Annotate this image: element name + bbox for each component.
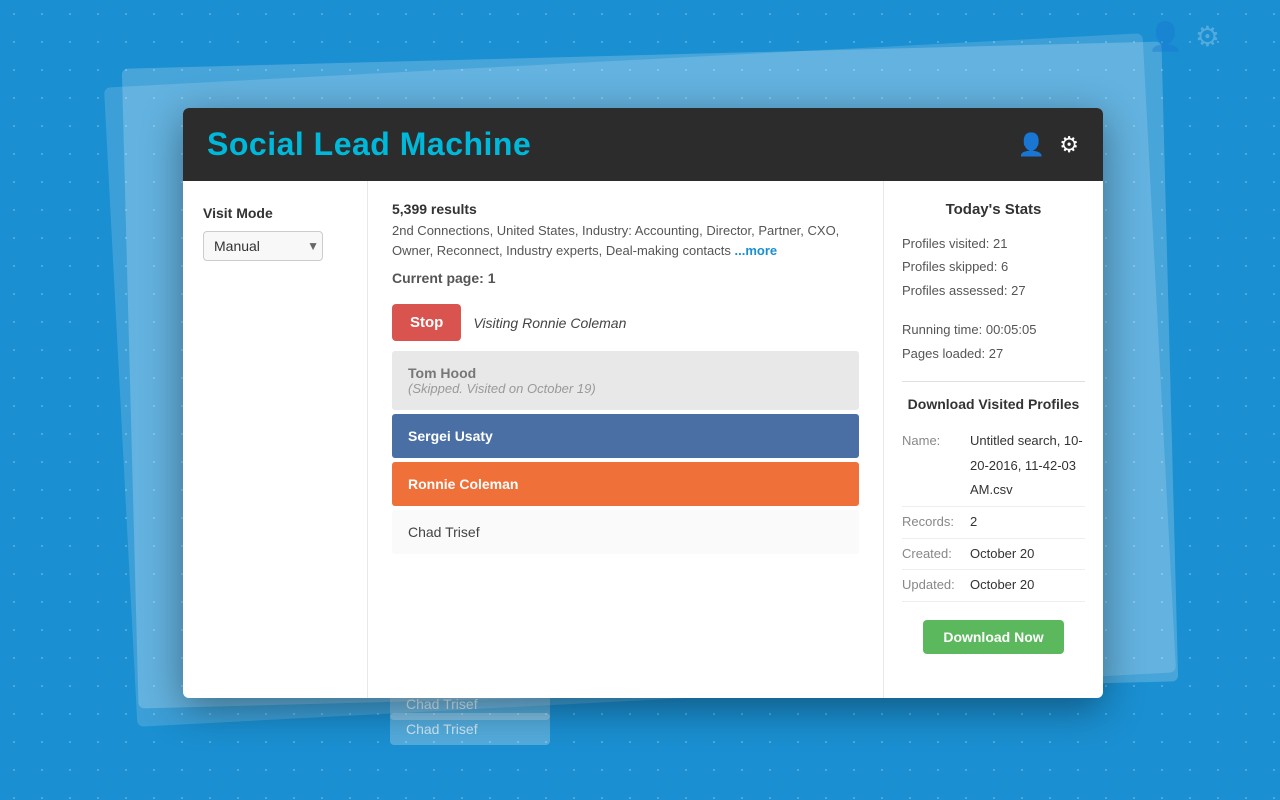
bg-gear-icon: ⚙	[1195, 20, 1220, 53]
main-panel: 5,399 results 2nd Connections, United St…	[368, 181, 883, 698]
app-title: Social Lead Machine	[207, 126, 531, 163]
results-description: 2nd Connections, United States, Industry…	[392, 221, 859, 260]
profile-name-chad: Chad Trisef	[408, 524, 480, 540]
mode-select-wrapper: Manual Auto ▼	[203, 231, 347, 261]
app-header: Social Lead Machine 👤 ⚙	[183, 108, 1103, 181]
profiles-visited-value: 21	[993, 236, 1007, 251]
gear-icon[interactable]: ⚙	[1059, 132, 1079, 158]
profiles-skipped-value: 6	[1001, 259, 1008, 274]
profile-item-active[interactable]: Sergei Usaty	[392, 414, 859, 458]
visiting-status: Visiting Ronnie Coleman	[473, 315, 626, 331]
profile-name-ronnie: Ronnie Coleman	[408, 476, 518, 492]
download-created-value: October 20	[970, 542, 1085, 567]
results-info: 5,399 results 2nd Connections, United St…	[392, 201, 859, 286]
profile-note-tom: (Skipped. Visited on October 19)	[408, 381, 843, 396]
profile-list: Tom Hood (Skipped. Visited on October 19…	[392, 351, 859, 558]
profile-name-tom: Tom Hood	[408, 365, 843, 381]
current-page-info: Current page: 1	[392, 270, 859, 286]
profiles-skipped-stat: Profiles skipped: 6	[902, 255, 1085, 278]
main-window: Social Lead Machine 👤 ⚙ Visit Mode Manua…	[183, 108, 1103, 698]
pages-loaded-value: 27	[989, 346, 1003, 361]
divider	[902, 381, 1085, 382]
download-updated-row: Updated: October 20	[902, 570, 1085, 602]
more-link[interactable]: ...more	[735, 243, 778, 258]
mode-select[interactable]: Manual Auto	[203, 231, 323, 261]
stats-panel: Today's Stats Profiles visited: 21 Profi…	[883, 181, 1103, 698]
bg-icons-area: 👤 ⚙	[1148, 20, 1220, 53]
header-icons-group: 👤 ⚙	[1018, 132, 1079, 158]
stats-group: Profiles visited: 21 Profiles skipped: 6…	[902, 232, 1085, 302]
download-table: Name: Untitled search, 10-20-2016, 11-42…	[902, 426, 1085, 602]
profiles-assessed-stat: Profiles assessed: 27	[902, 279, 1085, 302]
user-icon[interactable]: 👤	[1018, 132, 1045, 158]
download-updated-value: October 20	[970, 573, 1085, 598]
profile-name-sergei: Sergei Usaty	[408, 428, 493, 444]
download-updated-label: Updated:	[902, 573, 970, 598]
bg-user-icon: 👤	[1148, 20, 1183, 53]
profiles-assessed-value: 27	[1011, 283, 1025, 298]
profile-item-skipped[interactable]: Tom Hood (Skipped. Visited on October 19…	[392, 351, 859, 410]
download-name-label: Name:	[902, 429, 970, 503]
download-now-button[interactable]: Download Now	[923, 620, 1063, 654]
current-page-value: 1	[488, 270, 496, 286]
download-created-label: Created:	[902, 542, 970, 567]
download-name-value: Untitled search, 10-20-2016, 11-42-03 AM…	[970, 429, 1085, 503]
action-row: Stop Visiting Ronnie Coleman	[392, 304, 859, 341]
profiles-visited-stat: Profiles visited: 21	[902, 232, 1085, 255]
download-title: Download Visited Profiles	[902, 396, 1085, 412]
download-records-row: Records: 2	[902, 507, 1085, 539]
download-name-row: Name: Untitled search, 10-20-2016, 11-42…	[902, 426, 1085, 507]
stop-button[interactable]: Stop	[392, 304, 461, 341]
profile-item-current[interactable]: Ronnie Coleman	[392, 462, 859, 506]
timing-group: Running time: 00:05:05 Pages loaded: 27	[902, 318, 1085, 365]
pages-loaded-stat: Pages loaded: 27	[902, 342, 1085, 365]
results-count: 5,399 results	[392, 201, 859, 217]
content-area: Visit Mode Manual Auto ▼ 5,399 results 2…	[183, 181, 1103, 698]
profile-item-plain[interactable]: Chad Trisef	[392, 510, 859, 554]
sidebar: Visit Mode Manual Auto ▼	[183, 181, 368, 698]
running-time-stat: Running time: 00:05:05	[902, 318, 1085, 341]
download-records-value: 2	[970, 510, 1085, 535]
visit-mode-label: Visit Mode	[203, 205, 347, 221]
download-records-label: Records:	[902, 510, 970, 535]
stats-title: Today's Stats	[902, 201, 1085, 218]
download-created-row: Created: October 20	[902, 539, 1085, 571]
ghost-card-2: Chad Trisef	[390, 713, 550, 745]
running-time-value: 00:05:05	[986, 322, 1037, 337]
